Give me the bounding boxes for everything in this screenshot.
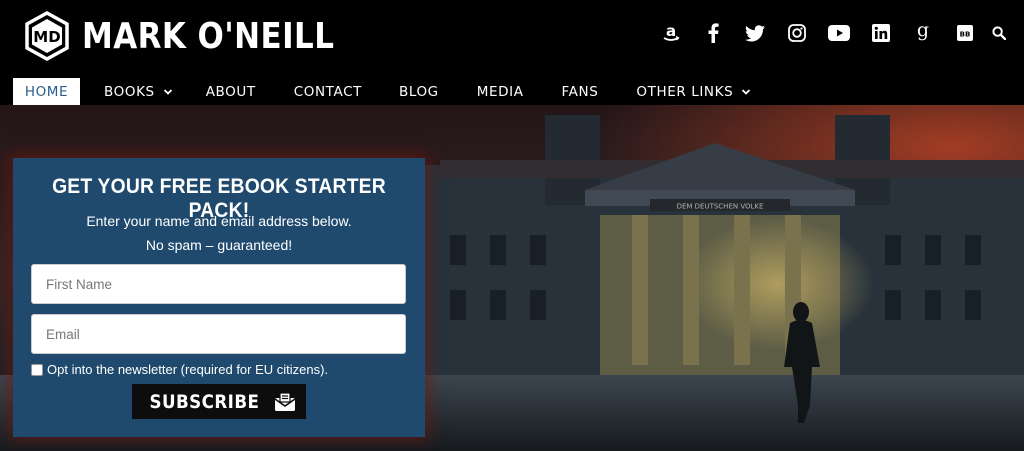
first-name-input[interactable] <box>31 264 406 304</box>
linkedin-icon[interactable] <box>860 20 902 46</box>
nav-item-about[interactable]: ABOUT <box>206 78 256 105</box>
envelope-icon <box>274 391 296 411</box>
main-nav: HOME BOOKS ABOUT CONTACT BLOG MEDIA FANS… <box>13 78 751 105</box>
chevron-down-icon <box>163 88 172 95</box>
md-logo-icon: MD <box>25 11 69 61</box>
nav-item-media[interactable]: MEDIA <box>477 78 524 105</box>
svg-text:g: g <box>917 22 929 41</box>
bookbub-icon[interactable]: BB <box>944 20 986 46</box>
nav-item-contact[interactable]: CONTACT <box>294 78 362 105</box>
optin-subtitle-line2: No spam – guaranteed! <box>145 237 293 253</box>
subscribe-label: SUBSCRIBE <box>149 390 259 413</box>
amazon-icon[interactable]: a <box>650 20 692 46</box>
search-icon[interactable] <box>986 20 1012 46</box>
newsletter-consent: Opt into the newsletter (required for EU… <box>31 362 328 377</box>
facebook-icon[interactable] <box>692 20 734 46</box>
newsletter-consent-label: Opt into the newsletter (required for EU… <box>47 362 329 377</box>
subscribe-button[interactable]: SUBSCRIBE <box>132 384 306 419</box>
svg-text:a: a <box>666 23 676 40</box>
svg-text:BB: BB <box>960 30 971 38</box>
email-input[interactable] <box>31 314 406 354</box>
site-title: MARK O'NEILL <box>82 15 335 57</box>
chevron-down-icon <box>742 88 751 95</box>
nav-item-fans[interactable]: FANS <box>562 78 599 105</box>
youtube-icon[interactable] <box>818 20 860 46</box>
site-header: MD MARK O'NEILL a g BB HOME BOOKS ABOUT … <box>0 0 1024 105</box>
nav-item-blog[interactable]: BLOG <box>399 78 439 105</box>
instagram-icon[interactable] <box>776 20 818 46</box>
site-logo[interactable]: MD MARK O'NEILL <box>24 11 375 61</box>
ebook-optin-box: GET YOUR FREE EBOOK STARTER PACK! Enter … <box>13 158 425 437</box>
nav-item-home[interactable]: HOME <box>13 78 80 105</box>
nav-item-other-links[interactable]: OTHER LINKS <box>636 78 751 105</box>
goodreads-icon[interactable]: g <box>902 20 944 46</box>
twitter-icon[interactable] <box>734 20 776 46</box>
newsletter-consent-checkbox[interactable] <box>31 363 43 376</box>
optin-subtitle-line1: Enter your name and email address below. <box>86 213 352 229</box>
social-links: a g BB <box>650 20 1012 46</box>
svg-text:MD: MD <box>33 28 60 46</box>
nav-item-books[interactable]: BOOKS <box>104 78 173 105</box>
